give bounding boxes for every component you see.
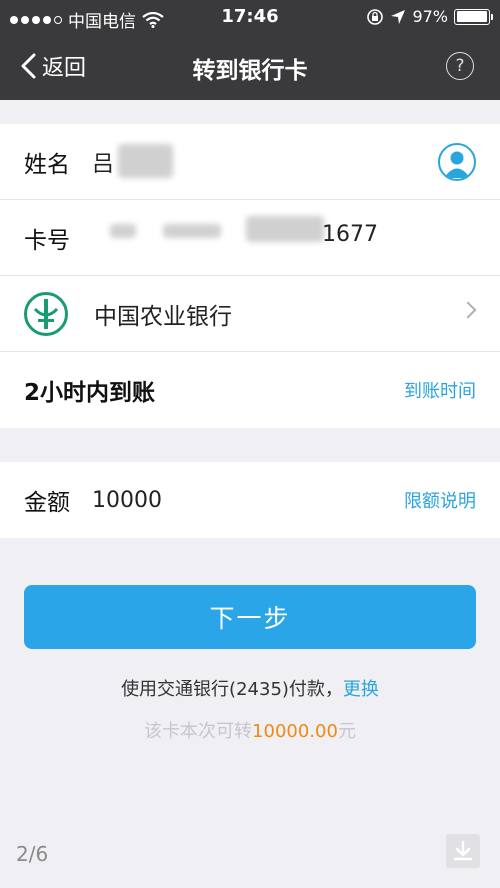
arrival-row: 2小时内到账 到账时间 [0, 352, 500, 428]
name-row[interactable]: 姓名 吕 [0, 124, 500, 200]
amount-row[interactable]: 金额 10000 限额说明 [0, 462, 500, 538]
battery-percent: 97% [412, 7, 448, 26]
location-arrow-icon [391, 9, 406, 24]
card-label: 卡号 [24, 227, 70, 254]
arrival-text: 2小时内到账 [24, 380, 156, 406]
card-redaction-3 [246, 216, 324, 242]
bank-name: 中国农业银行 [94, 303, 232, 330]
lock-rotation-icon [367, 8, 384, 25]
recipient-group: 姓名 吕 卡号 1677 中国农业银行 2小时内到账 到账时间 [0, 124, 500, 428]
header: 中国电信 17:46 97% 返回 转到银行卡 ? [0, 0, 500, 100]
limit-unit: 元 [337, 721, 356, 742]
payment-source-text: 使用交通银行(2435)付款， [121, 679, 343, 700]
limit-prefix: 该卡本次可转 [144, 721, 253, 742]
card-redaction-1 [110, 224, 136, 238]
help-icon[interactable]: ? [446, 52, 474, 80]
amount-input[interactable]: 10000 [92, 488, 162, 513]
status-bar: 中国电信 17:46 97% [0, 0, 500, 34]
name-label: 姓名 [24, 151, 70, 178]
amount-label: 金额 [24, 490, 70, 516]
next-button[interactable]: 下一步 [24, 585, 476, 649]
download-icon[interactable] [446, 834, 480, 868]
limit-info-link[interactable]: 限额说明 [404, 487, 476, 513]
change-card-link[interactable]: 更换 [343, 679, 379, 700]
status-right: 97% [366, 7, 493, 26]
card-row[interactable]: 卡号 1677 [0, 200, 500, 276]
page-counter: 2/6 [16, 842, 49, 866]
arrival-time-link[interactable]: 到账时间 [404, 377, 476, 403]
nav-bar: 返回 转到银行卡 ? [0, 34, 500, 100]
name-redaction [118, 144, 173, 178]
contact-icon[interactable] [438, 143, 476, 181]
limit-amount: 10000.00 [252, 721, 338, 742]
payment-source: 使用交通银行(2435)付款，更换 [0, 675, 500, 701]
abc-bank-logo-icon [24, 291, 68, 336]
card-number-suffix: 1677 [322, 222, 378, 247]
transfer-limit: 该卡本次可转10000.00元 [0, 717, 500, 743]
help-symbol: ? [455, 56, 465, 76]
battery-icon [454, 8, 493, 25]
page-title: 转到银行卡 [192, 58, 308, 84]
bank-row[interactable]: 中国农业银行 [0, 276, 500, 352]
chevron-right-icon [459, 301, 477, 319]
battery-fill [456, 11, 487, 22]
name-value: 吕 [92, 151, 115, 177]
amount-group: 金额 10000 限额说明 [0, 462, 500, 538]
card-redaction-2 [163, 224, 221, 238]
